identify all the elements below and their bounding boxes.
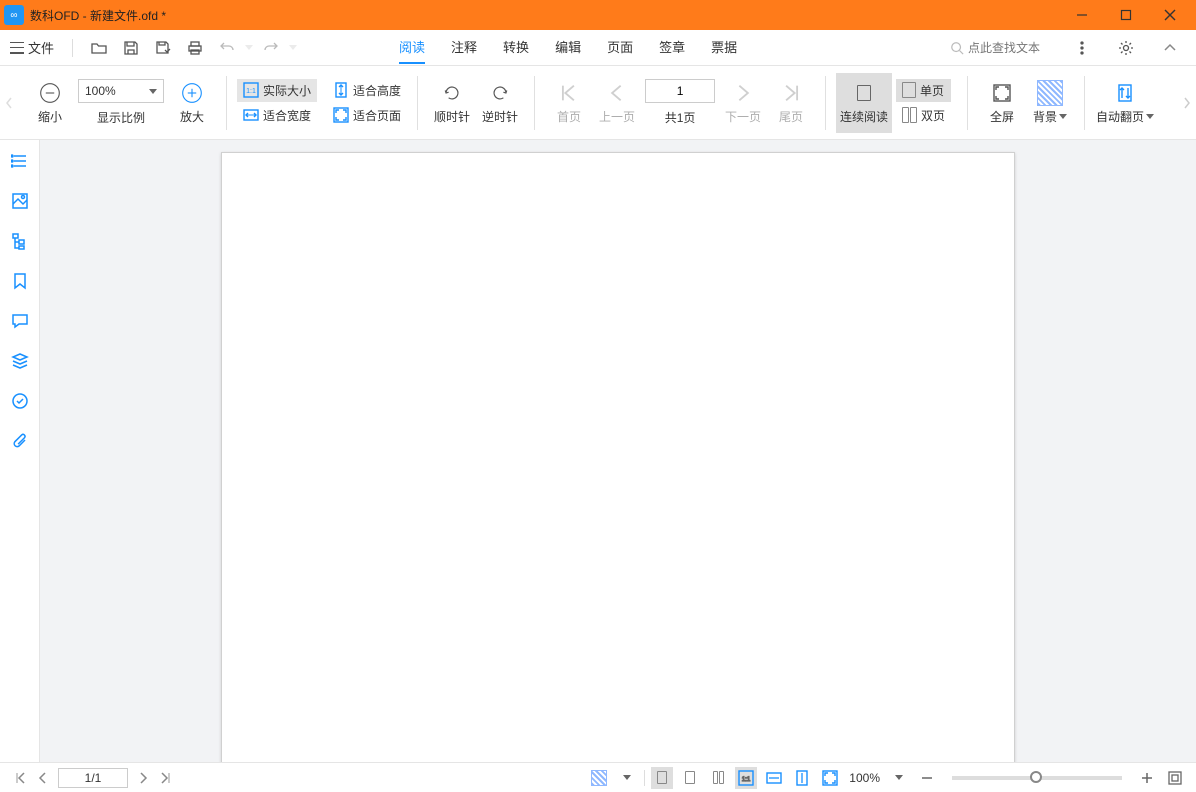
tab-annotate[interactable]: 注释	[451, 31, 477, 64]
sb-zoom-out[interactable]	[916, 767, 938, 789]
fit-height-button[interactable]: 适合高度	[327, 79, 407, 102]
sb-zoom-slider[interactable]	[952, 776, 1122, 780]
zoom-ratio-label: 显示比例	[97, 109, 145, 126]
search-icon	[950, 41, 964, 55]
attachment-panel-button[interactable]	[11, 432, 29, 450]
collapse-ribbon-button[interactable]	[1158, 36, 1182, 60]
signature-panel-button[interactable]	[11, 392, 29, 410]
print-button[interactable]	[183, 36, 207, 60]
rotate-clockwise-button[interactable]: 顺时针	[428, 73, 476, 133]
ribbon-scroll-right[interactable]	[1178, 66, 1196, 139]
zoom-out-button[interactable]: 缩小	[26, 73, 74, 133]
close-button[interactable]	[1148, 0, 1192, 30]
minimize-button[interactable]	[1060, 0, 1104, 30]
comment-panel-button[interactable]	[11, 312, 29, 330]
ribbon-scroll-left[interactable]	[0, 66, 18, 139]
sb-next-page[interactable]	[132, 772, 154, 784]
page-total-label: 共1页	[665, 109, 696, 126]
svg-text:1:1: 1:1	[246, 88, 256, 95]
ribbon: 缩小 100% 显示比例 放大 1:1实际大小 适合高度 适合宽度 适合页面 顺…	[0, 66, 1196, 140]
tab-page[interactable]: 页面	[607, 31, 633, 64]
fit-width-button[interactable]: 适合宽度	[237, 104, 317, 127]
tab-bill[interactable]: 票据	[711, 31, 737, 64]
fullscreen-button[interactable]: 全屏	[978, 73, 1026, 133]
sb-fullscreen-button[interactable]	[1164, 767, 1186, 789]
sb-last-page[interactable]	[154, 772, 176, 784]
outline-panel-button[interactable]	[11, 152, 29, 170]
zoom-in-button[interactable]: 放大	[168, 73, 216, 133]
tab-edit[interactable]: 编辑	[555, 31, 581, 64]
app-logo-icon: ∞	[4, 5, 24, 25]
redo-dropdown[interactable]	[287, 36, 299, 60]
sb-fit-width-button[interactable]	[763, 767, 785, 789]
bookmark-panel-button[interactable]	[11, 272, 29, 290]
document-canvas[interactable]	[40, 140, 1196, 762]
save-button[interactable]	[119, 36, 143, 60]
sb-zoom-value: 100%	[849, 771, 880, 785]
prev-page-button[interactable]: 上一页	[593, 73, 641, 133]
zoom-select[interactable]: 100%	[78, 79, 164, 103]
file-menu-button[interactable]: 文件	[10, 38, 54, 57]
slider-thumb[interactable]	[1030, 771, 1042, 783]
more-button[interactable]	[1070, 36, 1094, 60]
background-swatch-icon	[1037, 80, 1063, 106]
rotate-counterclockwise-button[interactable]: 逆时针	[476, 73, 524, 133]
side-panel	[0, 140, 40, 762]
sb-zoom-in[interactable]	[1136, 767, 1158, 789]
sb-zoom-dropdown[interactable]	[888, 775, 910, 780]
sb-prev-page[interactable]	[32, 772, 54, 784]
first-page-button[interactable]: 首页	[545, 73, 593, 133]
main-area	[0, 140, 1196, 762]
gear-icon	[1118, 40, 1134, 56]
sb-first-page[interactable]	[10, 772, 32, 784]
layers-panel-button[interactable]	[11, 352, 29, 370]
sb-continuous-button[interactable]	[651, 767, 673, 789]
hamburger-icon	[10, 42, 24, 54]
last-page-button[interactable]: 尾页	[767, 73, 815, 133]
open-button[interactable]	[87, 36, 111, 60]
sb-bg-dropdown[interactable]	[616, 775, 638, 780]
document-page	[221, 152, 1015, 762]
undo-dropdown[interactable]	[243, 36, 255, 60]
save-as-button[interactable]	[151, 36, 175, 60]
single-page-button[interactable]: 单页	[896, 79, 951, 102]
structure-panel-button[interactable]	[11, 232, 29, 250]
sb-background-button[interactable]	[588, 767, 610, 789]
tab-sign[interactable]: 签章	[659, 31, 685, 64]
search-box[interactable]	[950, 41, 1048, 55]
continuous-reading-button[interactable]: 连续阅读	[836, 73, 892, 133]
thumbnail-panel-button[interactable]	[11, 192, 29, 210]
background-button[interactable]: 背景	[1026, 73, 1074, 133]
dropdown-icon	[149, 89, 157, 94]
sb-page-input[interactable]: 1/1	[58, 768, 128, 788]
menubar: 文件 阅读 注释 转换 编辑 页面 签章 票据	[0, 30, 1196, 66]
fit-page-button[interactable]: 适合页面	[327, 104, 407, 127]
redo-button[interactable]	[259, 36, 283, 60]
actual-size-button[interactable]: 1:1实际大小	[237, 79, 317, 102]
settings-button[interactable]	[1114, 36, 1138, 60]
sb-single-page-button[interactable]	[679, 767, 701, 789]
sb-actual-size-button[interactable]: 1:1	[735, 767, 757, 789]
tab-convert[interactable]: 转换	[503, 31, 529, 64]
statusbar: 1/1 1:1 100%	[0, 762, 1196, 792]
main-tabs: 阅读 注释 转换 编辑 页面 签章 票据	[399, 31, 737, 64]
sb-double-page-button[interactable]	[707, 767, 729, 789]
svg-text:1:1: 1:1	[742, 777, 751, 783]
tab-read[interactable]: 阅读	[399, 31, 425, 64]
file-label: 文件	[28, 38, 54, 57]
maximize-button[interactable]	[1104, 0, 1148, 30]
zoom-value: 100%	[85, 84, 116, 98]
undo-button[interactable]	[215, 36, 239, 60]
page-number-input[interactable]	[645, 79, 715, 103]
titlebar: ∞ 数科OFD - 新建文件.ofd *	[0, 0, 1196, 30]
sb-fit-page-button[interactable]	[819, 767, 841, 789]
next-page-button[interactable]: 下一页	[719, 73, 767, 133]
search-input[interactable]	[968, 41, 1048, 55]
sb-fit-height-button[interactable]	[791, 767, 813, 789]
window-title: 数科OFD - 新建文件.ofd *	[30, 7, 166, 24]
double-page-button[interactable]: 双页	[896, 104, 951, 127]
auto-flip-button[interactable]: 自动翻页	[1095, 73, 1155, 133]
